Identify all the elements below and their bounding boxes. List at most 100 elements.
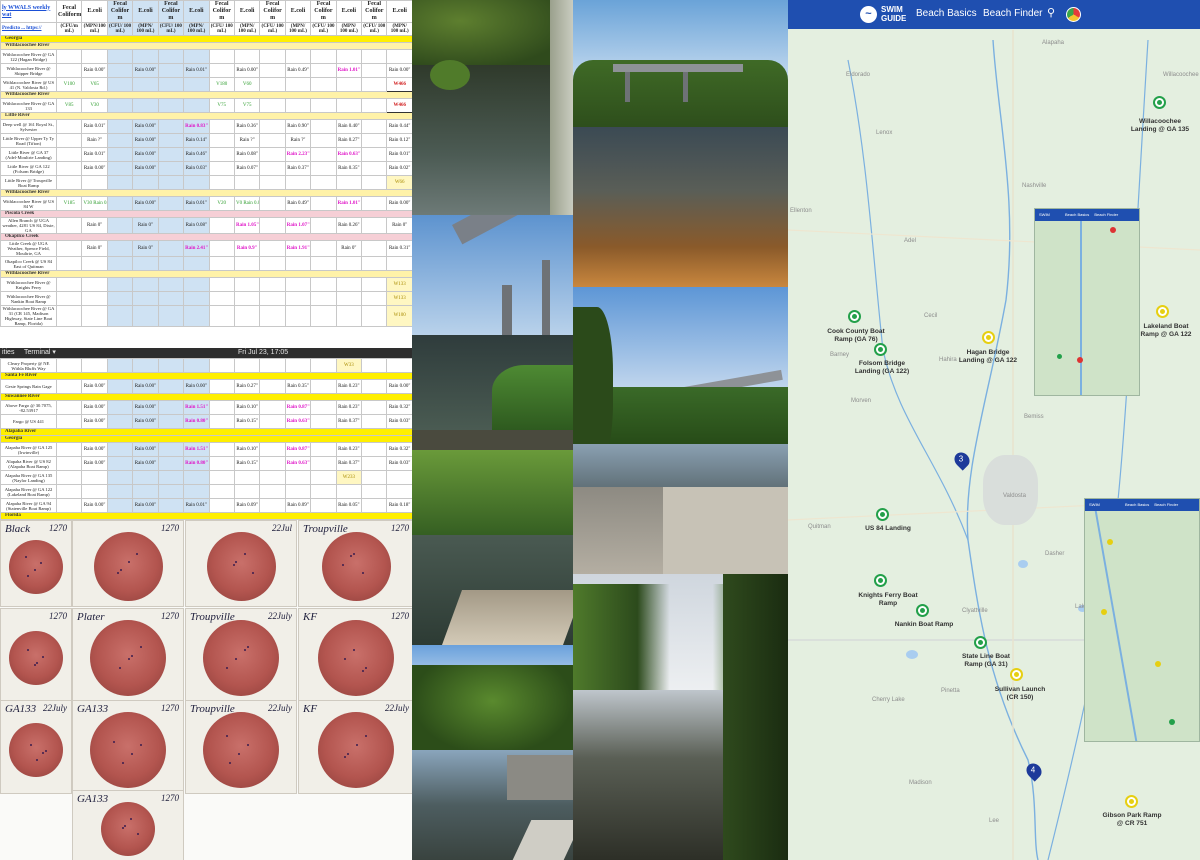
result-cell: Rain 0.00" (132, 400, 159, 415)
result-cell (259, 400, 286, 415)
result-cell (259, 456, 286, 471)
result-cell (157, 305, 185, 327)
result-cell (157, 161, 185, 176)
colony-dot (25, 555, 28, 558)
colony-dot (36, 662, 38, 665)
swim-guide-map[interactable]: ~ SWIM GUIDE Beach Basics Beach Finder ⚲ … (788, 0, 1200, 860)
colony-dot (118, 667, 121, 670)
result-cell: Rain 0.03" (386, 414, 412, 429)
column-unit: (MPN/ 100 mL) (284, 22, 312, 36)
beach-marker-yellow[interactable] (1156, 305, 1169, 318)
beach-label[interactable]: Gibson Park Ramp @ CR 751 (1102, 812, 1162, 827)
result-cell (259, 98, 286, 113)
result-cell: Rain 0.09" (284, 498, 312, 513)
result-cell (55, 470, 83, 485)
colony-dot (136, 833, 139, 836)
beach-marker-green[interactable] (974, 636, 987, 649)
result-cell (208, 305, 235, 327)
result-cell (310, 291, 337, 306)
activities-label[interactable]: ities (2, 348, 14, 358)
result-cell (183, 98, 210, 113)
beach-marker-green[interactable] (874, 343, 887, 356)
town-label: Lee (989, 818, 1000, 824)
result-cell (157, 442, 185, 457)
result-cell (106, 256, 134, 271)
town-label: Alapaha (1042, 40, 1065, 46)
result-cell (106, 196, 134, 211)
site-name: Withlacoochee River @ US 41 (N. Valdosta… (0, 77, 57, 92)
beach-label[interactable]: Sullivan Launch (CR 150) (990, 686, 1050, 701)
result-cell (55, 305, 83, 327)
dish-number: 1270 (49, 611, 67, 621)
beach-marker-green[interactable] (876, 508, 889, 521)
beach-marker-green[interactable] (916, 604, 929, 617)
result-cell: W66 (386, 175, 412, 190)
result-cell (132, 277, 159, 292)
result-cell: Rain 1.01" (335, 63, 363, 78)
nav-beach-finder[interactable]: Beach Finder (983, 8, 1042, 19)
section-band: Georgia (0, 435, 412, 443)
beach-label[interactable]: Lakeland Boat Ramp @ GA 122 (1136, 323, 1196, 338)
beach-marker-yellow[interactable] (1010, 668, 1023, 681)
sheet-link[interactable]: ly WWALS weekly wat (0, 0, 57, 23)
colony-dot (136, 552, 139, 555)
beach-marker-green[interactable] (874, 574, 887, 587)
swim-guide-logo-icon[interactable]: ~ (860, 6, 877, 23)
result-cell (208, 484, 235, 499)
result-cell (259, 49, 286, 64)
nav-beach-basics[interactable]: Beach Basics (916, 8, 977, 19)
beach-label[interactable]: Willacoochee Landing @ GA 135 (1130, 118, 1190, 133)
column-header: E.coli (81, 0, 108, 23)
sheet-link[interactable]: Predicto ... https:// (0, 22, 57, 36)
town-label: Eldorado (846, 72, 871, 78)
swim-guide-brand[interactable]: SWIM GUIDE (881, 5, 906, 23)
agar-plate (9, 723, 63, 777)
column-header: Fecal Colifor m (310, 0, 337, 23)
result-cell (284, 470, 312, 485)
language-flag-icon[interactable] (1066, 7, 1081, 22)
section-band: Florida (0, 512, 412, 520)
beach-marker-yellow[interactable] (1125, 795, 1138, 808)
dish-label: KF (303, 611, 318, 623)
dish-number: 1270 (161, 523, 179, 533)
column-unit: (CFU/ 100 mL) (157, 22, 185, 36)
colony-dot (40, 562, 43, 565)
result-cell (361, 98, 388, 113)
dish-number: 22July (268, 611, 292, 621)
river-photo-underbridge (412, 215, 573, 430)
result-cell: Rain 0.01" (183, 498, 210, 513)
town-label: Lenox (876, 130, 893, 136)
beach-label[interactable]: State Line Boat Ramp (GA 31) (956, 653, 1016, 668)
result-cell: V180 (208, 77, 235, 92)
beach-marker-green[interactable] (1153, 96, 1166, 109)
result-cell (157, 217, 185, 234)
result-cell (310, 305, 337, 327)
terminal-app-menu[interactable]: Terminal ▾ (24, 348, 56, 358)
result-cell (310, 484, 337, 499)
result-cell (106, 358, 134, 373)
result-cell (361, 277, 388, 292)
search-icon[interactable]: ⚲ (1047, 6, 1055, 19)
result-cell (132, 77, 159, 92)
agar-plate (203, 620, 279, 696)
result-cell (361, 119, 388, 134)
beach-marker-green[interactable] (848, 310, 861, 323)
result-cell: Rain 0.00" (81, 414, 108, 429)
beach-label[interactable]: Nankin Boat Ramp (894, 621, 954, 629)
beach-label[interactable]: US 84 Landing (858, 525, 918, 533)
result-cell (106, 498, 134, 513)
town-label: Hahira (939, 357, 957, 363)
beach-label[interactable]: Cook County Boat Ramp (GA 76) (826, 328, 886, 343)
colony-dot (365, 734, 368, 737)
result-cell (284, 256, 312, 271)
beach-label[interactable]: Hagan Bridge Landing @ GA 122 (958, 349, 1018, 364)
beach-label[interactable]: Knights Ferry Boat Ramp (858, 592, 918, 607)
result-cell (157, 484, 185, 499)
colony-dot (235, 560, 238, 563)
result-cell (208, 358, 235, 373)
beach-marker-yellow[interactable] (982, 331, 995, 344)
colony-dot (237, 753, 240, 756)
petri-dish: 1270 (72, 520, 184, 607)
result-cell (208, 119, 235, 134)
beach-label[interactable]: Folsom Bridge Landing (GA 122) (852, 360, 912, 375)
